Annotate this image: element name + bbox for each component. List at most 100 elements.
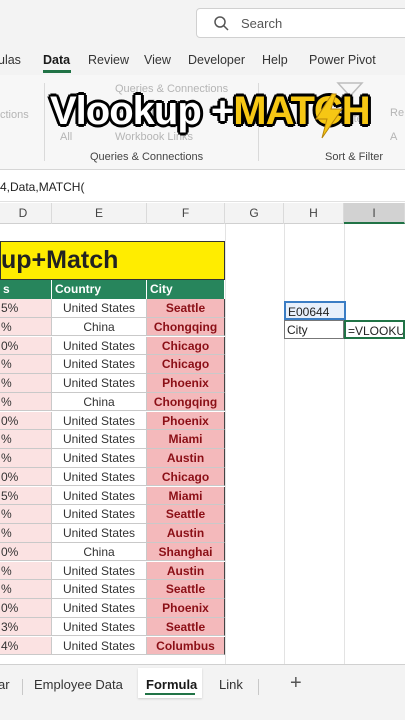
search-box[interactable]: Search [196,8,405,38]
tab-power-pivot[interactable]: Power Pivot [309,53,376,67]
cell-city[interactable]: Seattle [147,299,225,318]
cell-country[interactable]: United States [52,505,147,524]
header-cell-percent[interactable]: s [0,280,52,299]
cell-city[interactable]: Austin [147,449,225,468]
cell-country[interactable]: United States [52,486,147,506]
cell-country[interactable]: United States [52,449,147,468]
tab-formulas[interactable]: ulas [0,53,21,67]
cell-country[interactable]: United States [52,561,147,581]
cell-percent[interactable]: % [0,317,52,337]
column-headers: D E F G H I [0,203,405,224]
tab-review[interactable]: Review [88,53,129,67]
cell-percent[interactable]: 5% [0,486,52,506]
column-header-i[interactable]: I [344,203,405,224]
cell-country[interactable]: United States [52,355,147,374]
cell-percent[interactable]: 0% [0,336,52,356]
cell-percent[interactable]: % [0,449,52,468]
cell-city[interactable]: Chicago [147,355,225,374]
cell-city[interactable]: Phoenix [147,374,225,393]
cell-country[interactable]: United States [52,336,147,356]
formula-bar[interactable]: 4,Data,MATCH( [0,172,405,202]
cell-percent[interactable]: % [0,355,52,374]
column-header-d[interactable]: D [0,203,52,224]
cell-country[interactable]: United States [52,299,147,318]
cell-city[interactable]: Phoenix [147,599,225,618]
cell-city[interactable]: Chicago [147,336,225,356]
add-sheet-icon[interactable]: + [290,672,302,695]
cell-country[interactable]: China [52,542,147,562]
table-title-cell[interactable]: up+Match [0,241,225,280]
cell-country[interactable]: China [52,317,147,337]
cell-percent[interactable]: 0% [0,599,52,618]
cell-country[interactable]: United States [52,580,147,599]
lightning-bolt-icon [315,93,343,139]
cell-country[interactable]: China [52,392,147,412]
tab-data[interactable]: Data [43,53,70,67]
cell-city[interactable]: Chongqing [147,317,225,337]
cell-city[interactable]: Seattle [147,617,225,637]
cell-country[interactable]: United States [52,524,147,543]
banner-text-white: Vlookup + [50,89,234,133]
cell-country[interactable]: United States [52,430,147,449]
cell-percent[interactable]: 0% [0,542,52,562]
tab-view[interactable]: View [144,53,171,67]
sheet-tab-formula[interactable]: Formula [146,677,197,692]
cell-percent[interactable]: % [0,505,52,524]
tab-help[interactable]: Help [262,53,288,67]
sheet-tab-calendar[interactable]: ar [0,677,10,692]
cell-percent[interactable]: 3% [0,617,52,637]
cell-city[interactable]: Seattle [147,505,225,524]
column-header-f[interactable]: F [147,203,225,224]
cell-percent[interactable]: % [0,580,52,599]
cell-percent[interactable]: % [0,430,52,449]
sheet-separator [258,679,259,695]
cell-city[interactable]: Miami [147,486,225,506]
lookup-city-label-cell[interactable]: City [284,320,344,339]
lookup-formula-cell[interactable]: =VLOOKUP [344,320,405,339]
cell-city[interactable]: Austin [147,524,225,543]
table-row: 0% United States Phoenix [0,411,225,431]
cell-percent[interactable]: % [0,374,52,393]
cell-city[interactable]: Shanghai [147,542,225,562]
cell-country[interactable]: United States [52,467,147,487]
cell-country[interactable]: United States [52,636,147,656]
cell-country[interactable]: United States [52,617,147,637]
cell-city[interactable]: Seattle [147,580,225,599]
cell-percent[interactable]: % [0,392,52,412]
ribbon-separator [44,83,45,161]
cell-percent[interactable]: 4% [0,636,52,656]
group-label-sort-filter: Sort & Filter [325,151,384,163]
sheet-tab-link[interactable]: Link [219,677,243,692]
cell-city[interactable]: Columbus [147,636,225,656]
ribbon-ghost-advanced: A [390,131,398,143]
column-header-g[interactable]: G [225,203,284,224]
cell-percent[interactable]: % [0,561,52,581]
ribbon: ctions Queries & Connections Properties … [0,75,405,170]
gridline [344,224,345,664]
cell-city[interactable]: Chicago [147,467,225,487]
formula-text[interactable]: 4,Data,MATCH( [0,180,84,194]
cell-percent[interactable]: % [0,524,52,543]
ribbon-ghost-reapply: Re [390,107,405,119]
tab-developer[interactable]: Developer [188,53,245,67]
cell-country[interactable]: United States [52,374,147,393]
cell-city[interactable]: Phoenix [147,411,225,431]
table-header-row: s Country City [0,280,225,299]
lookup-id-cell[interactable]: E00644 [284,301,346,320]
cell-city[interactable]: Chongqing [147,392,225,412]
cell-city[interactable]: Austin [147,561,225,581]
header-cell-city[interactable]: City [147,280,225,299]
table-row: % United States Seattle [0,505,225,524]
cell-country[interactable]: United States [52,599,147,618]
worksheet-grid[interactable]: up+Match s Country City 5% United States S… [0,224,405,664]
sheet-tab-employee-data[interactable]: Employee Data [34,677,123,692]
table-row: 0% United States Phoenix [0,599,225,618]
cell-percent[interactable]: 5% [0,299,52,318]
column-header-e[interactable]: E [52,203,147,224]
cell-country[interactable]: United States [52,411,147,431]
cell-percent[interactable]: 0% [0,411,52,431]
column-header-h[interactable]: H [284,203,344,224]
cell-percent[interactable]: 0% [0,467,52,487]
cell-city[interactable]: Miami [147,430,225,449]
header-cell-country[interactable]: Country [52,280,147,299]
